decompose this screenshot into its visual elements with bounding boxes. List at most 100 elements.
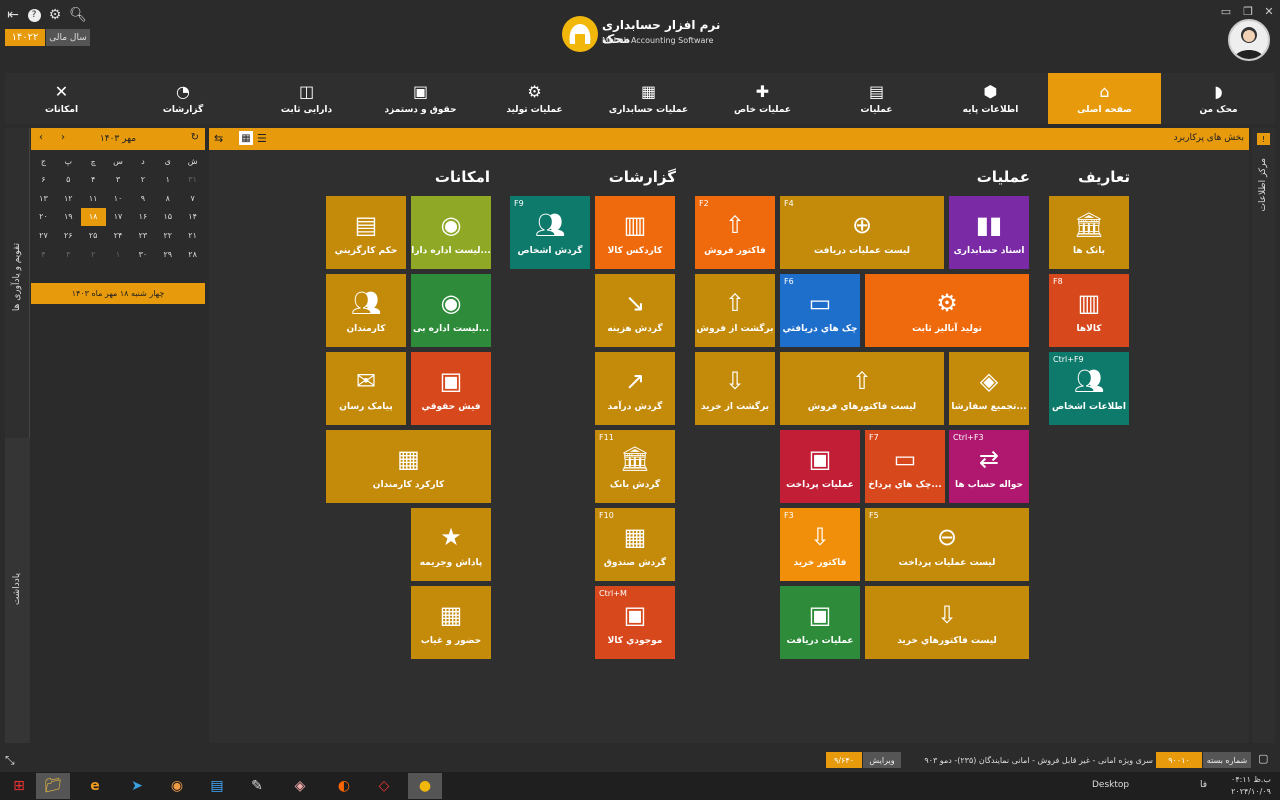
tile-buy-list[interactable]: ⇩ لیست فاکتورهاي خرید	[865, 586, 1029, 659]
calendar-day[interactable]: ۲۷	[31, 226, 56, 245]
tile-sale-basket[interactable]: F2 ⇧ فاکتور فروش	[695, 196, 775, 269]
tile-expense[interactable]: ↘ گردش هزینه	[595, 274, 675, 347]
calendar-day[interactable]: ۶	[31, 171, 56, 190]
chat-icon[interactable]: ▢	[1258, 752, 1268, 765]
calendar-day[interactable]: ۴	[81, 171, 106, 190]
menu-item-0[interactable]: ◗ محک من	[1162, 73, 1275, 124]
tile-insurance-list[interactable]: ◉ لیست اداره بی...	[411, 274, 491, 347]
menu-item-5[interactable]: ▦ عملیات حسابداری	[592, 73, 705, 124]
fullscreen-icon[interactable]: ⤡	[5, 753, 15, 768]
ps-app-icon[interactable]: ◈	[283, 773, 317, 799]
calendar-day[interactable]: ۱۶	[130, 208, 155, 227]
tile-check[interactable]: F6 ▭ چک هاي دريافتي	[780, 274, 860, 347]
tile-cardex[interactable]: ▥ کاردکس کالا	[595, 196, 675, 269]
tile-people-flow[interactable]: F9 👥︎ گردش اشخاص	[510, 196, 590, 269]
menu-item-2[interactable]: ⬢ اطلاعات پایه	[934, 73, 1047, 124]
menu-item-4[interactable]: ✚ عملیات خاص	[706, 73, 819, 124]
tile-return-buy[interactable]: ⇩ برگشت از خريد	[695, 352, 775, 425]
calendar-day[interactable]: ۱۲	[56, 189, 81, 208]
tile-people[interactable]: Ctrl+F9 👥︎ اطلاعات اشخاص	[1049, 352, 1129, 425]
menu-item-1[interactable]: ⌂ صفحه اصلی	[1048, 73, 1161, 124]
tile-income[interactable]: ↗ گردش درآمد	[595, 352, 675, 425]
calendar-day[interactable]: ۷	[180, 189, 205, 208]
tile-staff[interactable]: 👥︎ کارمندان	[326, 274, 406, 347]
tile-stock[interactable]: Ctrl+M ▣ موجودي كالا	[595, 586, 675, 659]
chrome-icon[interactable]: ◉	[160, 773, 194, 799]
list-view-icon[interactable]: ☰	[257, 132, 267, 145]
refresh-icon[interactable]: ↻	[191, 132, 199, 143]
calendar-day[interactable]: ۲۳	[130, 226, 155, 245]
calendar-day[interactable]: ۳۰	[130, 245, 155, 264]
tile-merge[interactable]: ◈ تجمیع سفارشا...	[949, 352, 1029, 425]
menu-item-8[interactable]: ◫ دارایی ثابت	[250, 73, 363, 124]
calendar-day[interactable]: ۱۹	[56, 208, 81, 227]
tile-payment-list[interactable]: F5 ⊖ لیست عملیات پرداخت	[865, 508, 1029, 581]
calendar-day[interactable]: ۲۴	[106, 226, 131, 245]
tile-payslip[interactable]: ▣ فیش حقوقي	[411, 352, 491, 425]
fiscal-year-label[interactable]: سال مالی	[46, 29, 90, 46]
layout-toggle-icon[interactable]: ⇆	[214, 132, 223, 145]
tab-calendar[interactable]: تقویم و یادآوری ها	[5, 128, 30, 438]
browser-e-icon[interactable]: e	[78, 773, 112, 799]
tile-receipt-list[interactable]: F4 ⊕ لیست عملیات دریافت	[780, 196, 944, 269]
calendar-day[interactable]: ۲	[81, 245, 106, 264]
tile-sale-list[interactable]: ⇧ لیست فاکتورهاي فروش	[780, 352, 944, 425]
calendar-day[interactable]: ۹	[130, 189, 155, 208]
calendar-day[interactable]: ۱۱	[81, 189, 106, 208]
calendar-day[interactable]: ۲۰	[31, 208, 56, 227]
help-icon[interactable]: ?	[25, 6, 43, 24]
tile-bank[interactable]: 🏛︎ بانک ها	[1049, 196, 1129, 269]
menu-item-7[interactable]: ▣ حقوق و دستمزد	[364, 73, 477, 124]
calendar-day[interactable]: ۴	[31, 245, 56, 264]
grid-view-icon[interactable]: ▦	[239, 131, 253, 145]
tile-presence[interactable]: ▦ حضور و غیاب	[411, 586, 491, 659]
user-avatar[interactable]	[1228, 19, 1270, 61]
menu-item-10[interactable]: ✕ امکانات	[5, 73, 118, 124]
desktop-toolbar[interactable]: Desktop	[1092, 780, 1129, 790]
minimize-icon[interactable]: ▭	[1219, 4, 1233, 18]
search-icon[interactable]: 🔍︎	[69, 6, 87, 24]
telegram-icon[interactable]: ➤	[120, 773, 154, 799]
tile-buy-basket[interactable]: F3 ⇩ فاكتور خريد	[780, 508, 860, 581]
file-explorer-icon[interactable]: 📁︎	[36, 773, 70, 799]
clock-time[interactable]: ۰۴:۱۱ ب.ظ	[1226, 775, 1276, 784]
calendar-day[interactable]: ۸	[155, 189, 180, 208]
calendar-day[interactable]: ۲۹	[155, 245, 180, 264]
mohak-taskbar-icon[interactable]: ●	[408, 773, 442, 799]
tile-return-sale[interactable]: ⇧ برگشت از فروش	[695, 274, 775, 347]
calendar-day[interactable]: ۲	[130, 171, 155, 190]
calendar-day[interactable]: ۱	[106, 245, 131, 264]
logout-icon[interactable]: ⇤	[4, 6, 22, 24]
calendar-day[interactable]: ۳	[106, 171, 131, 190]
tile-receive[interactable]: ▣ عمليات دريافت	[780, 586, 860, 659]
calendar-day[interactable]: ۱۰	[106, 189, 131, 208]
tile-cashbox[interactable]: F10 ▦ گردش صندوق	[595, 508, 675, 581]
menu-item-9[interactable]: ◔ گزارشات	[118, 73, 248, 124]
tile-transfer[interactable]: Ctrl+F3 ⇄ حواله حساب ها	[949, 430, 1029, 503]
calendar-day[interactable]: ۱۷	[106, 208, 131, 227]
tile-goods[interactable]: F8 ▥ کالاها	[1049, 274, 1129, 347]
tools-app-icon[interactable]: ✎	[240, 773, 274, 799]
prev-month-icon[interactable]: ‹	[39, 132, 43, 143]
tile-bank-flow[interactable]: F11 🏛︎ گردش بانک	[595, 430, 675, 503]
info-center-tab[interactable]: ! مرکز اطلاعات	[1252, 128, 1275, 743]
calendar-day[interactable]: ۲۱	[180, 226, 205, 245]
calendar-day[interactable]: ۲۸	[180, 245, 205, 264]
windows-start-icon[interactable]: ⊞	[2, 773, 36, 799]
menu-item-3[interactable]: ▤ عملیات	[820, 73, 933, 124]
calendar-day[interactable]: ۱۸	[80, 207, 106, 227]
calendar-day[interactable]: ۲۲	[155, 226, 180, 245]
calendar-day[interactable]: ۲۵	[81, 226, 106, 245]
tile-gear[interactable]: ⚙ تولید آنالیز ثابت	[865, 274, 1029, 347]
tile-payment[interactable]: ▣ عمليات پرداخت	[780, 430, 860, 503]
clock-date[interactable]: ۲۰۲۴/۱۰/۰۹	[1226, 787, 1276, 796]
tile-decree[interactable]: ▤ حکم کارگزيني	[326, 196, 406, 269]
close-icon[interactable]: ✕	[1262, 4, 1276, 18]
calendar-day[interactable]: ۱۳	[31, 189, 56, 208]
calculator-app-icon[interactable]: ▤	[200, 773, 234, 799]
calendar-day[interactable]: ۳۱	[180, 171, 205, 190]
restore-icon[interactable]: ❐	[1241, 4, 1255, 18]
tile-docs[interactable]: ▮▮ اسناد حسابداری	[949, 196, 1029, 269]
gear-icon[interactable]: ⚙	[46, 6, 64, 24]
tile-attendance[interactable]: ▦ کارکرد کارمندان	[326, 430, 491, 503]
